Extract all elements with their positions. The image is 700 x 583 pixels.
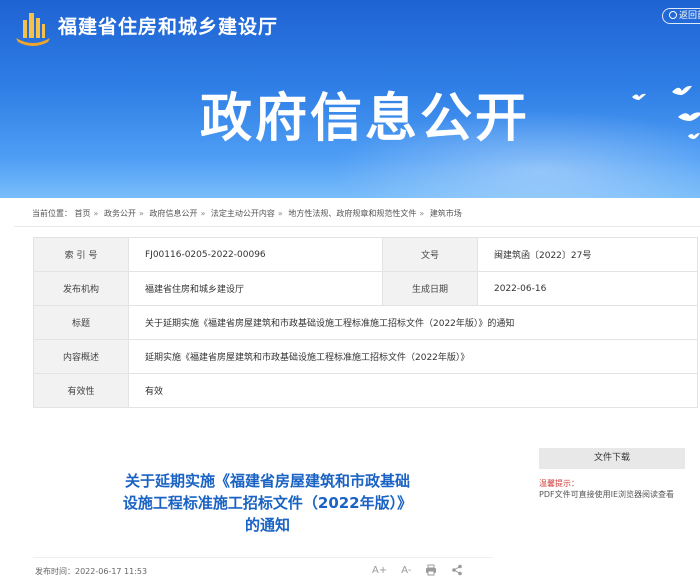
publish-label: 发布时间： [35, 567, 75, 576]
banner-title: 政府信息公开 [200, 89, 531, 149]
font-decrease-button[interactable]: A- [401, 565, 411, 576]
back-home-button[interactable]: 返回首 [662, 8, 700, 24]
site-name[interactable]: 福建省住房和城乡建设厅 [58, 12, 278, 39]
issuer-label: 发布机构 [33, 271, 129, 306]
font-increase-button[interactable]: A+ [372, 565, 387, 576]
dove-icon [688, 133, 700, 139]
table-row: 发布机构 福建省住房和城乡建设厅 生成日期 2022-06-16 [33, 271, 698, 306]
validity-value: 有效 [128, 373, 698, 408]
title-value: 关于延期实施《福建省房屋建筑和市政基础设施工程标准施工招标文件（2022年版）》… [128, 305, 698, 340]
article-title-line: 关于延期实施《福建省房屋建筑和市政基础 [124, 472, 410, 490]
index-value: FJ00116-0205-2022-00096 [128, 237, 383, 272]
table-row: 有效性 有效 [33, 373, 698, 408]
breadcrumb-separator: » [139, 209, 144, 218]
breadcrumb-item-statutory[interactable]: 法定主动公开内容 [211, 209, 275, 218]
breadcrumb-item-construction-market[interactable]: 建筑市场 [430, 209, 462, 218]
logo-icon[interactable] [12, 8, 54, 48]
summary-value: 延期实施《福建省房屋建筑和市政基础设施工程标准施工招标文件（2022年版）》 [128, 339, 698, 374]
header-banner: 福建省住房和城乡建设厅 返回首 政府信息公开 [0, 0, 700, 198]
summary-label: 内容概述 [33, 339, 129, 374]
breadcrumb-separator: » [200, 209, 206, 218]
metadata-table: 索 引 号 FJ00116-0205-2022-00096 文号 闽建筑函〔20… [33, 237, 698, 408]
breadcrumb-separator: » [93, 209, 99, 218]
doc-number-label: 文号 [382, 237, 478, 272]
dove-icon [678, 112, 700, 121]
date-label: 生成日期 [382, 271, 478, 306]
date-value: 2022-06-16 [477, 271, 698, 306]
doc-number-value: 闽建筑函〔2022〕27号 [477, 237, 698, 272]
breadcrumb-prefix: 当前位置： [32, 209, 72, 218]
title-label: 标题 [33, 305, 129, 340]
tip-text: PDF文件可直接使用IE浏览器阅读查看 [539, 490, 674, 499]
breadcrumb-item-affairs[interactable]: 政务公开 [104, 209, 136, 218]
share-icon[interactable] [451, 564, 463, 576]
table-row: 标题 关于延期实施《福建省房屋建筑和市政基础设施工程标准施工招标文件（2022年… [33, 305, 698, 340]
publish-value: 2022-06-17 11:53 [75, 567, 148, 576]
breadcrumb-separator: » [277, 209, 283, 218]
divider [33, 557, 493, 558]
article-tools: A+ A- [372, 562, 463, 578]
publish-time: 发布时间：2022-06-17 11:53 [35, 566, 147, 577]
home-icon [669, 11, 677, 19]
table-row: 内容概述 延期实施《福建省房屋建筑和市政基础设施工程标准施工招标文件（2022年… [33, 339, 698, 374]
article-title: 关于延期实施《福建省房屋建筑和市政基础 设施工程标准施工招标文件（2022年版）… [100, 470, 435, 536]
dove-icon [672, 85, 692, 95]
breadcrumb-item-home[interactable]: 首页 [75, 209, 91, 218]
back-home-label: 返回首 [679, 11, 700, 21]
article-title-line: 的通知 [244, 516, 290, 534]
issuer-value: 福建省住房和城乡建设厅 [128, 271, 383, 306]
breadcrumb-separator: » [419, 209, 425, 218]
divider [14, 226, 700, 227]
article-title-line: 设施工程标准施工招标文件（2022年版）》 [122, 494, 413, 512]
index-label: 索 引 号 [33, 237, 129, 272]
table-row: 索 引 号 FJ00116-0205-2022-00096 文号 闽建筑函〔20… [33, 237, 698, 272]
breadcrumb-item-regulations[interactable]: 地方性法规、政府规章和规范性文件 [288, 209, 416, 218]
print-icon[interactable] [425, 564, 437, 576]
file-download-heading: 文件下载 [539, 448, 685, 469]
breadcrumb: 当前位置： 首页» 政务公开» 政府信息公开» 法定主动公开内容» 地方性法规、… [32, 208, 692, 222]
validity-label: 有效性 [33, 373, 129, 408]
tip-label: 温馨提示： [539, 479, 579, 488]
breadcrumb-item-info-disclosure[interactable]: 政府信息公开 [149, 209, 197, 218]
dove-icon [632, 93, 646, 100]
